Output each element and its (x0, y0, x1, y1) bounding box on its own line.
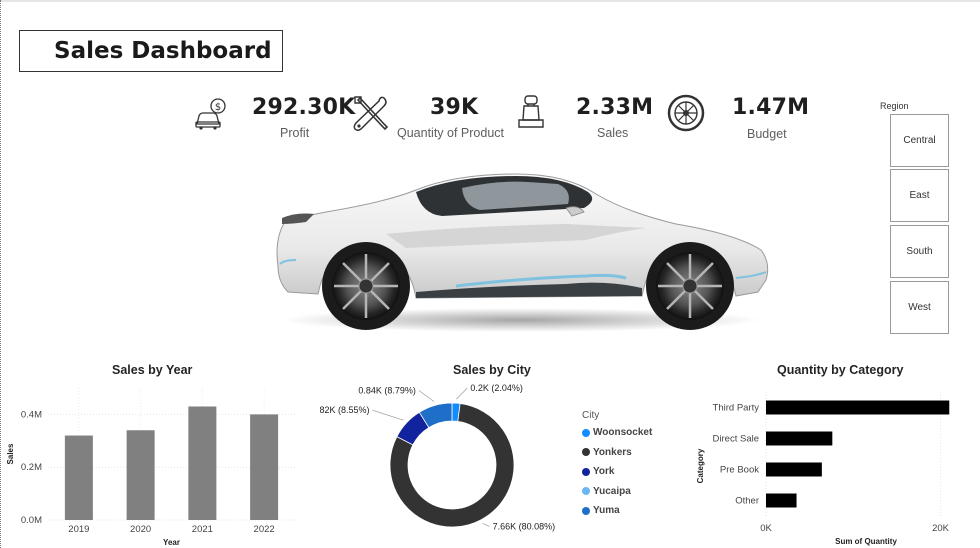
car-dollar-icon: $ (195, 98, 226, 130)
x-tick-label: 2020 (130, 524, 151, 535)
svg-text:$: $ (215, 102, 221, 113)
legend-label: Yuma (593, 505, 620, 516)
legend-item-yonkers[interactable]: Yonkers (582, 447, 632, 458)
legend-label: Woonsocket (593, 427, 653, 438)
legend-item-yucaipa[interactable]: Yucaipa (582, 486, 631, 497)
leader-line (482, 523, 490, 527)
x-tick-label: 0K (760, 523, 772, 534)
kpi-quantity-label: Quantity of Product (397, 126, 505, 140)
data-label-yonkers: 7.66K (80.08%) (493, 521, 556, 531)
y-axis-title: Sales (6, 443, 15, 464)
legend-item-woonsocket[interactable]: Woonsocket (582, 427, 652, 438)
bar-2020 (126, 430, 155, 520)
bar-other (766, 493, 797, 508)
quantity-by-category-title: Quantity by Category (777, 363, 904, 377)
leader-line (456, 387, 468, 400)
kpi-profit-label: Profit (280, 126, 310, 138)
x-tick-label: 2022 (254, 524, 275, 535)
bar-2019 (64, 435, 93, 520)
x-tick-label: 2021 (192, 524, 213, 535)
x-tick-label: 20K (932, 523, 950, 534)
dashboard-title: Sales Dashboard (54, 38, 272, 64)
legend-marker (582, 428, 590, 437)
bar-pre-book (766, 462, 822, 477)
bar-2021 (188, 406, 217, 520)
legend-item-yuma[interactable]: Yuma (582, 505, 620, 516)
sales-by-city-chart: 0.2K (2.04%) 7.66K (80.08%) 0.82K (8.55%) 0… (320, 383, 556, 531)
sports-car-image (276, 173, 769, 332)
sales-by-year-chart: 0.0M 0.2M 0.4M 2019 2020 2021 2022 Year Sales (6, 388, 295, 547)
y-tick-label: Pre Book (720, 465, 759, 476)
y-tick-label: 0.2M (21, 462, 42, 473)
top-border (0, 0, 980, 2)
legend-label: Yucaipa (593, 485, 631, 497)
y-tick-label: Direct Sale (713, 434, 759, 445)
legend-label: York (593, 466, 615, 477)
bar-2022 (250, 414, 279, 520)
region-slicer-title: Region (880, 101, 909, 111)
legend-label: Yonkers (593, 446, 632, 458)
kpi-budget-label: Budget (747, 127, 787, 141)
sales-by-city-title: Sales by City (453, 363, 531, 377)
kpi-profit-value: 292.30K (252, 95, 356, 120)
leader-line (418, 390, 435, 402)
x-tick-label: 2019 (68, 524, 89, 535)
region-option-west[interactable]: West (890, 281, 949, 334)
y-axis-title: Category (696, 448, 705, 483)
tire-icon (667, 94, 705, 132)
data-label-yuma: 0.84K (8.79%) (358, 386, 416, 396)
bar-direct-sale (766, 431, 833, 446)
legend-marker (582, 448, 590, 456)
city-legend-title: City (582, 410, 600, 421)
leader-line (372, 409, 404, 421)
y-tick-label: Third Party (713, 403, 760, 414)
x-axis-title: Year (163, 538, 180, 547)
y-tick-label: 0.4M (21, 409, 42, 420)
bar-third-party (766, 400, 950, 415)
front-wheel (322, 242, 410, 330)
legend-marker (582, 506, 590, 515)
kpi-sales-label: Sales (597, 126, 629, 140)
sales-by-year-title: Sales by Year (112, 363, 193, 377)
kpi-budget-value: 1.47M (732, 95, 810, 120)
rear-wheel (646, 242, 734, 330)
legend-item-york[interactable]: York (582, 466, 615, 477)
car-seat-icon (518, 95, 544, 128)
tools-icon (353, 96, 389, 132)
quantity-by-category-chart: 0K 20K Third Party Direct Sale Pre Book Other… (696, 392, 950, 546)
dashboard-title-box: Sales Dashboard (19, 30, 283, 72)
region-option-east[interactable]: East (890, 169, 949, 222)
data-label-woonsocket: 0.2K (2.04%) (470, 383, 523, 393)
data-label-york: 0.82K (8.55%) (320, 405, 370, 415)
region-option-south[interactable]: South (890, 225, 949, 278)
legend-marker (582, 487, 590, 495)
kpi-sales-value: 2.33M (576, 95, 654, 120)
region-option-central[interactable]: Central (890, 114, 949, 167)
y-tick-label: Other (735, 496, 759, 507)
y-tick-label: 0.0M (21, 515, 42, 526)
legend-marker (582, 467, 590, 476)
kpi-quantity-value: 39K (430, 95, 479, 120)
x-axis-title: Sum of Quantity (835, 537, 897, 546)
